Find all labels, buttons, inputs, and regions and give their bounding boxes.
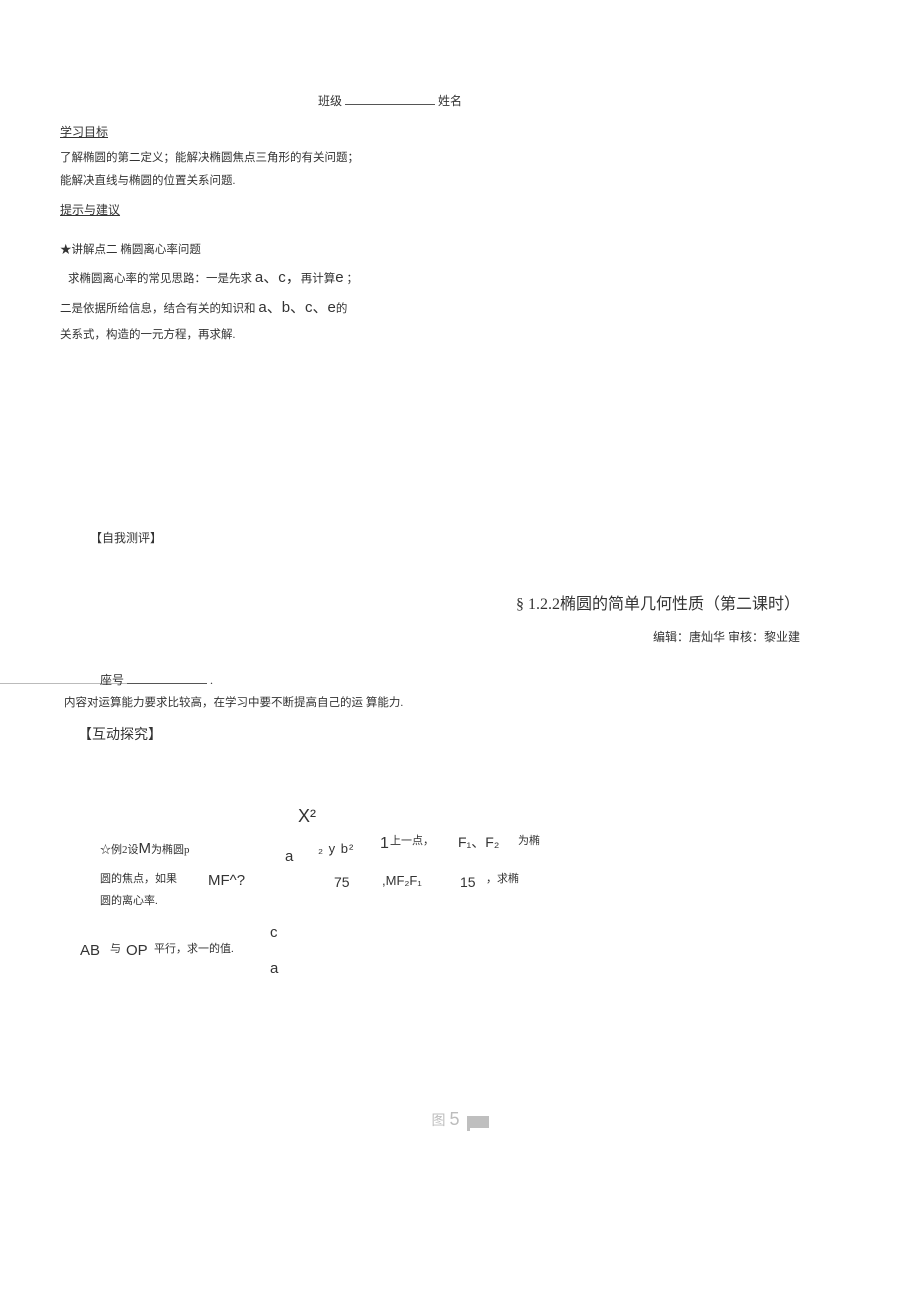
point2-l1-c: ； — [344, 273, 358, 285]
ex-15: 15 — [460, 869, 476, 896]
ex-prefix: ☆例2设M为椭圆p — [100, 835, 190, 864]
content-note: 内容对运算能力要求比较高，在学习中要不断提高自己的运 算能力. — [64, 693, 860, 715]
example-block: ☆例2设M为椭圆p X² a ₂ y b² 1 上一点， F₁、F₂ 为椭 圆的… — [100, 799, 660, 959]
ex-AB: AB — [80, 937, 100, 966]
interact-heading: 【互动探究】 — [78, 723, 860, 750]
seat-row: 座号 . — [60, 669, 860, 689]
ex-c: c — [270, 919, 278, 948]
seat-blank[interactable] — [127, 673, 207, 684]
header-line: 班级 姓名 — [260, 90, 520, 113]
ex-OP: OP — [126, 937, 148, 966]
seat-text: 座号 . — [100, 669, 213, 692]
ex-prefix-text: ☆例2设 — [100, 844, 139, 856]
point2-title: ★讲解点二 椭圆离心率问题 — [60, 240, 860, 262]
seat-label: 座号 — [100, 673, 124, 687]
seat-period: . — [210, 673, 213, 687]
point2-l1-b: 再计算 — [301, 273, 336, 285]
ex-one: 1 — [380, 829, 389, 859]
footer-box-icon — [467, 1116, 489, 1128]
ex-mid1: 为椭圆p — [151, 844, 190, 856]
ex-a2: a — [270, 955, 278, 984]
point2-l1-e: e — [335, 269, 343, 286]
objectives-heading: 学习目标 — [60, 121, 860, 144]
tips-heading: 提示与建议 — [60, 199, 860, 222]
self-eval-heading: 【自我测评】 — [60, 527, 860, 550]
footer-tu: 图 — [431, 1112, 445, 1128]
class-blank[interactable] — [345, 94, 435, 105]
point2-l2-a: 二是依据所给信息，结合有关的知识和 — [60, 303, 258, 315]
ex-2yb: ₂ y b² — [318, 837, 354, 862]
ex-qiu: ，求椭 — [486, 869, 519, 890]
page-footer: 图5 — [0, 1102, 920, 1136]
class-label: 班级 — [318, 94, 342, 108]
point2-l2-vars: a、b、c、e — [258, 299, 336, 316]
point2-l1-text: 求椭圆离心率的常见思路：一是先求 — [68, 273, 255, 285]
ex-px: 平行，求一的值. — [154, 939, 234, 960]
ex-line2: 圆的焦点，如果 — [100, 869, 177, 890]
section-subtitle: 编辑：唐灿华 审核：黎业建 — [60, 626, 800, 649]
ex-X2: X² — [298, 799, 316, 833]
ex-75: 75 — [334, 869, 350, 896]
objectives-line2: 能解决直线与椭圆的位置关系问题. — [60, 171, 860, 193]
ex-weitu: 为椭 — [518, 831, 540, 852]
ex-F1F2: F₁、F₂ — [458, 829, 499, 856]
point2-l2-b: 的 — [336, 303, 348, 315]
section-title: § 1.2.2椭圆的简单几何性质（第二课时） — [60, 590, 800, 620]
ex-M: M — [139, 840, 152, 857]
ex-MF2: ,MF₂F₁ — [382, 869, 422, 894]
ex-line3: 圆的离心率. — [100, 891, 158, 912]
point2-l1-vars: a、c， — [255, 269, 301, 286]
ex-a: a — [285, 843, 293, 872]
point2-line1: 求椭圆离心率的常见思路：一是先求 a、c，再计算e ； — [60, 264, 860, 293]
ex-MF: MF^? — [208, 867, 245, 896]
objectives-line1: 了解椭圆的第二定义；能解决椭圆焦点三角形的有关问题； — [60, 148, 860, 170]
title-block: § 1.2.2椭圆的简单几何性质（第二课时） 编辑：唐灿华 审核：黎业建 — [60, 590, 860, 649]
ex-upper: 上一点， — [390, 831, 434, 852]
ex-yi: 与 — [110, 939, 121, 960]
footer-num: 5 — [449, 1109, 459, 1129]
point2-line2: 二是依据所给信息，结合有关的知识和 a、b、c、e的 — [60, 294, 860, 323]
point2-line3: 关系式，构造的一元方程，再求解. — [60, 325, 860, 347]
name-label: 姓名 — [438, 94, 462, 108]
